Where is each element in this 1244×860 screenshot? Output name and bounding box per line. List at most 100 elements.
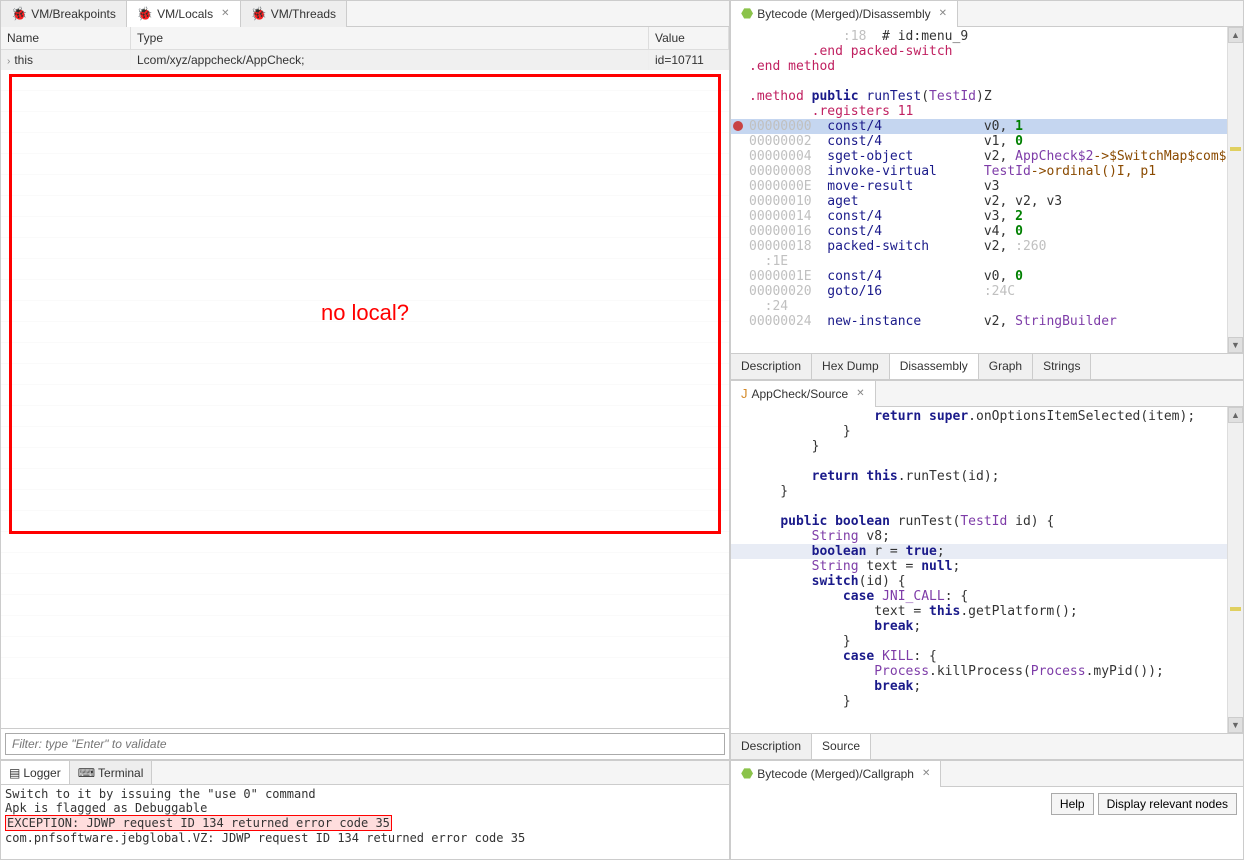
vm-cell-name: ›this bbox=[1, 50, 131, 70]
close-icon[interactable]: ✕ bbox=[922, 768, 930, 779]
bottom-tab-disassembly[interactable]: Disassembly bbox=[890, 354, 979, 379]
source-line[interactable]: case KILL: { bbox=[731, 649, 1243, 664]
log-line: com.pnfsoftware.jebglobal.VZ: JDWP reque… bbox=[5, 831, 725, 845]
disasm-line[interactable]: 00000020 goto/16 :24C bbox=[731, 284, 1243, 299]
display-nodes-button[interactable]: Display relevant nodes bbox=[1098, 793, 1237, 815]
scroll-up-icon[interactable]: ▲ bbox=[1228, 407, 1243, 423]
logger-tab-terminal[interactable]: ⌨Terminal bbox=[70, 761, 153, 784]
disasm-line[interactable]: .end method bbox=[731, 59, 1243, 74]
disasm-line[interactable]: .method public runTest(TestId)Z bbox=[731, 89, 1243, 104]
disasm-tab-label: Bytecode (Merged)/Disassembly bbox=[757, 7, 930, 21]
vm-locals-panel: 🐞VM/Breakpoints🐞VM/Locals✕🐞VM/Threads Na… bbox=[0, 0, 730, 760]
source-line[interactable]: switch(id) { bbox=[731, 574, 1243, 589]
source-line[interactable]: return super.onOptionsItemSelected(item)… bbox=[731, 409, 1243, 424]
disasm-line[interactable]: 00000018 packed-switch v2, :260 bbox=[731, 239, 1243, 254]
disasm-tabbar: ⬣ Bytecode (Merged)/Disassembly ✕ bbox=[731, 1, 1243, 27]
logger-tabbar: ▤Logger⌨Terminal bbox=[1, 761, 729, 785]
disasm-line[interactable]: .end packed-switch bbox=[731, 44, 1243, 59]
source-line[interactable] bbox=[731, 499, 1243, 514]
source-line[interactable]: } bbox=[731, 694, 1243, 709]
source-tab-label: AppCheck/Source bbox=[752, 387, 849, 401]
source-line[interactable]: Process.killProcess(Process.myPid()); bbox=[731, 664, 1243, 679]
disasm-line[interactable]: 00000010 aget v2, v2, v3 bbox=[731, 194, 1243, 209]
disassembly-panel: ⬣ Bytecode (Merged)/Disassembly ✕ :18 # … bbox=[730, 0, 1244, 380]
vm-cell-value: id=10711 bbox=[649, 50, 729, 70]
android-icon: ⬣ bbox=[741, 5, 753, 22]
callgraph-panel: ⬣ Bytecode (Merged)/Callgraph ✕ Help Dis… bbox=[730, 760, 1244, 860]
bottom-tab-strings[interactable]: Strings bbox=[1033, 354, 1091, 379]
bottom-tab-source[interactable]: Source bbox=[812, 734, 871, 759]
expand-icon[interactable]: › bbox=[7, 56, 10, 67]
source-line[interactable]: } bbox=[731, 439, 1243, 454]
source-line[interactable]: String text = null; bbox=[731, 559, 1243, 574]
vm-col-name[interactable]: Name bbox=[1, 27, 131, 49]
source-scrollbar[interactable]: ▲ ▼ bbox=[1227, 407, 1243, 733]
help-button[interactable]: Help bbox=[1051, 793, 1094, 815]
disasm-line[interactable]: 00000002 const/4 v1, 0 bbox=[731, 134, 1243, 149]
vm-col-type[interactable]: Type bbox=[131, 27, 649, 49]
logger-tab-logger[interactable]: ▤Logger bbox=[1, 761, 70, 784]
bottom-tab-graph[interactable]: Graph bbox=[979, 354, 1033, 379]
disasm-line[interactable]: :24 bbox=[731, 299, 1243, 314]
scroll-down-icon[interactable]: ▼ bbox=[1228, 337, 1243, 353]
source-tab[interactable]: J AppCheck/Source ✕ bbox=[731, 381, 876, 407]
disasm-code-area[interactable]: :18 # id:menu_9 .end packed-switch.end m… bbox=[731, 27, 1243, 353]
close-icon[interactable]: ✕ bbox=[856, 388, 864, 399]
terminal-icon: ⌨ bbox=[78, 766, 95, 780]
log-line: Switch to it by issuing the "use 0" comm… bbox=[5, 787, 725, 801]
java-icon: J bbox=[741, 386, 748, 401]
source-line[interactable]: } bbox=[731, 484, 1243, 499]
vm-filter-box bbox=[1, 728, 729, 759]
disasm-line[interactable]: 0000000E move-result v3 bbox=[731, 179, 1243, 194]
vm-cell-type: Lcom/xyz/appcheck/AppCheck; bbox=[131, 50, 649, 70]
log-area[interactable]: Switch to it by issuing the "use 0" comm… bbox=[1, 785, 729, 859]
disasm-line[interactable]: .registers 11 bbox=[731, 104, 1243, 119]
callgraph-tab[interactable]: ⬣ Bytecode (Merged)/Callgraph ✕ bbox=[731, 761, 941, 787]
scroll-up-icon[interactable]: ▲ bbox=[1228, 27, 1243, 43]
source-line[interactable]: return this.runTest(id); bbox=[731, 469, 1243, 484]
disasm-line[interactable]: 00000008 invoke-virtual TestId->ordinal(… bbox=[731, 164, 1243, 179]
disasm-line[interactable]: :1E bbox=[731, 254, 1243, 269]
source-line[interactable]: } bbox=[731, 424, 1243, 439]
source-line[interactable]: } bbox=[731, 634, 1243, 649]
source-line[interactable]: boolean r = true; bbox=[731, 544, 1243, 559]
disasm-tab[interactable]: ⬣ Bytecode (Merged)/Disassembly ✕ bbox=[731, 1, 958, 27]
bottom-tab-description[interactable]: Description bbox=[731, 354, 812, 379]
source-line[interactable]: break; bbox=[731, 619, 1243, 634]
disasm-line[interactable]: 0000001E const/4 v0, 0 bbox=[731, 269, 1243, 284]
vm-col-value[interactable]: Value bbox=[649, 27, 729, 49]
breakpoint-icon[interactable] bbox=[733, 121, 743, 131]
disasm-line[interactable]: 00000004 sget-object v2, AppCheck$2->$Sw… bbox=[731, 149, 1243, 164]
source-line[interactable]: String v8; bbox=[731, 529, 1243, 544]
disasm-line[interactable]: :18 # id:menu_9 bbox=[731, 29, 1243, 44]
disasm-line[interactable] bbox=[731, 74, 1243, 89]
source-line[interactable]: break; bbox=[731, 679, 1243, 694]
bug-icon: 🐞 bbox=[137, 6, 153, 22]
source-line[interactable]: case JNI_CALL: { bbox=[731, 589, 1243, 604]
disasm-line[interactable]: 00000000 const/4 v0, 1 bbox=[731, 119, 1243, 134]
vm-tab-vm-threads[interactable]: 🐞VM/Threads bbox=[241, 1, 348, 27]
close-icon[interactable]: ✕ bbox=[221, 8, 229, 19]
disasm-line[interactable]: 00000024 new-instance v2, StringBuilder bbox=[731, 314, 1243, 329]
close-icon[interactable]: ✕ bbox=[939, 8, 947, 19]
log-line: Apk is flagged as Debuggable bbox=[5, 801, 725, 815]
vm-tab-vm-locals[interactable]: 🐞VM/Locals✕ bbox=[127, 1, 241, 27]
disasm-bottom-tabs: DescriptionHex DumpDisassemblyGraphStrin… bbox=[731, 353, 1243, 379]
vm-filter-input[interactable] bbox=[5, 733, 725, 755]
vm-row-this[interactable]: ›this Lcom/xyz/appcheck/AppCheck; id=107… bbox=[1, 50, 729, 70]
bottom-tab-description[interactable]: Description bbox=[731, 734, 812, 759]
scroll-down-icon[interactable]: ▼ bbox=[1228, 717, 1243, 733]
log-line: EXCEPTION: JDWP request ID 134 returned … bbox=[5, 815, 725, 831]
vm-tab-vm-breakpoints[interactable]: 🐞VM/Breakpoints bbox=[1, 1, 127, 27]
vm-table[interactable]: Name Type Value ›this Lcom/xyz/appcheck/… bbox=[1, 27, 729, 728]
source-line[interactable] bbox=[731, 454, 1243, 469]
source-line[interactable]: text = this.getPlatform(); bbox=[731, 604, 1243, 619]
disasm-line[interactable]: 00000014 const/4 v3, 2 bbox=[731, 209, 1243, 224]
bottom-tab-hex-dump[interactable]: Hex Dump bbox=[812, 354, 890, 379]
bug-icon: 🐞 bbox=[11, 6, 27, 22]
source-line[interactable]: public boolean runTest(TestId id) { bbox=[731, 514, 1243, 529]
disasm-line[interactable]: 00000016 const/4 v4, 0 bbox=[731, 224, 1243, 239]
source-code-area[interactable]: return super.onOptionsItemSelected(item)… bbox=[731, 407, 1243, 733]
callgraph-tabbar: ⬣ Bytecode (Merged)/Callgraph ✕ bbox=[731, 761, 1243, 787]
disasm-scrollbar[interactable]: ▲ ▼ bbox=[1227, 27, 1243, 353]
